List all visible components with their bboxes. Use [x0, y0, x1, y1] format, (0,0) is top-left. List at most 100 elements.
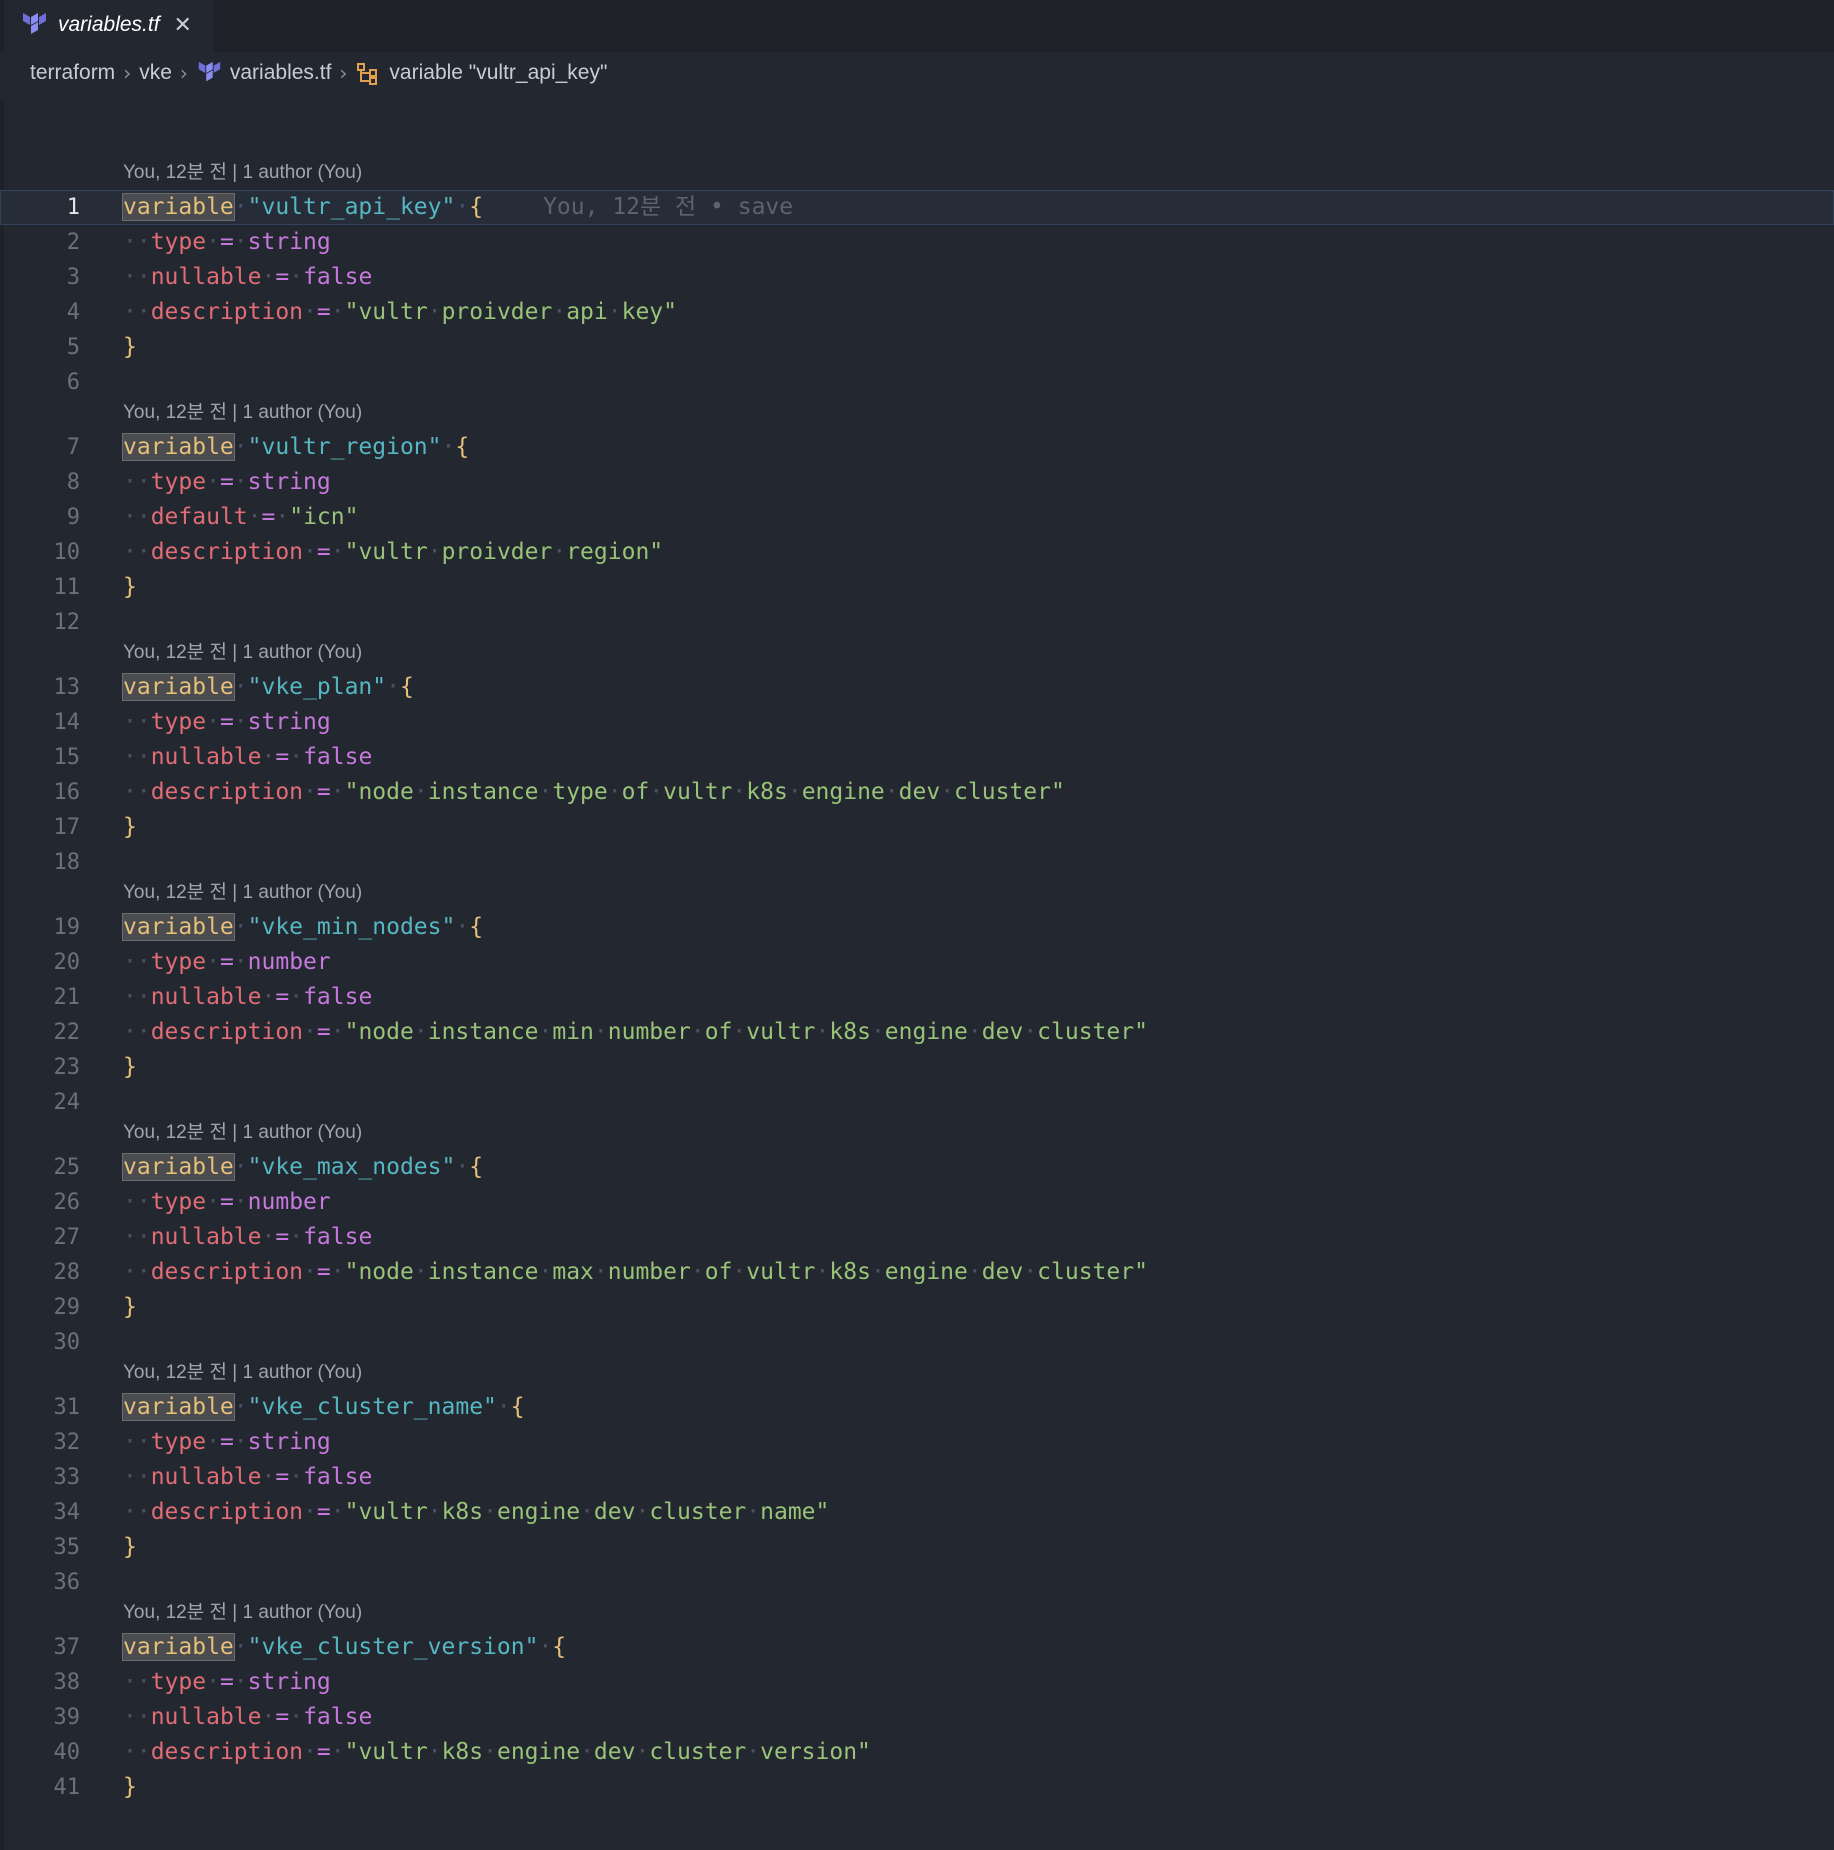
line-number[interactable]: 33 — [0, 1460, 81, 1495]
codelens-blame[interactable]: You, 12분 전 | 1 author (You) — [123, 638, 362, 668]
code-line[interactable]: 9 ··default·=·"icn" — [0, 500, 1834, 535]
code-line[interactable]: 32 ··type·=·string — [0, 1425, 1834, 1460]
code-line[interactable]: 28 ··description·=·"node·instance·max·num… — [0, 1255, 1834, 1290]
breadcrumb-symbol[interactable]: variable "vultr_api_key" — [389, 61, 607, 85]
codelens-blame[interactable]: You, 12분 전 | 1 author (You) — [123, 158, 362, 188]
line-number[interactable]: 24 — [0, 1085, 81, 1120]
codelens-blame[interactable]: You, 12분 전 | 1 author (You) — [123, 398, 362, 428]
line-number[interactable]: 38 — [0, 1665, 81, 1700]
codelens-blame[interactable]: You, 12분 전 | 1 author (You) — [123, 878, 362, 908]
code-line[interactable]: 22 ··description·=·"node·instance·min·num… — [0, 1015, 1834, 1050]
code-line[interactable]: 2 ··type·=·string — [0, 225, 1834, 260]
code-line[interactable]: 15 ··nullable·=·false — [0, 740, 1834, 775]
code-line[interactable]: 35} — [0, 1530, 1834, 1565]
code-line[interactable]: 33 ··nullable·=·false — [0, 1460, 1834, 1495]
code-line[interactable]: 4 ··description·=·"vultr·proivder·api·key… — [0, 295, 1834, 330]
code-line[interactable]: 23} — [0, 1050, 1834, 1085]
line-number[interactable]: 31 — [0, 1390, 81, 1425]
code-line[interactable]: 30 — [0, 1325, 1834, 1360]
line-number[interactable]: 16 — [0, 775, 81, 810]
code-line[interactable]: 6 — [0, 365, 1834, 400]
code-line[interactable]: 34 ··description·=·"vultr·k8s·engine·dev·… — [0, 1495, 1834, 1530]
code-line[interactable]: 3 ··nullable·=·false — [0, 260, 1834, 295]
line-number[interactable]: 25 — [0, 1150, 81, 1185]
code-line[interactable]: 36 — [0, 1565, 1834, 1600]
whitespace-dot: · — [206, 1669, 220, 1695]
line-number[interactable]: 23 — [0, 1050, 81, 1085]
line-number[interactable]: 14 — [0, 705, 81, 740]
code-line[interactable]: 21 ··nullable·=·false — [0, 980, 1834, 1015]
code-line[interactable]: 11} — [0, 570, 1834, 605]
line-number[interactable]: 13 — [0, 670, 81, 705]
line-number[interactable]: 2 — [0, 225, 80, 260]
line-number[interactable]: 35 — [0, 1530, 81, 1565]
code-line[interactable]: 12 — [0, 605, 1834, 640]
code-line[interactable]: 10 ··description·=·"vultr·proivder·region… — [0, 535, 1834, 570]
line-number[interactable]: 32 — [0, 1425, 81, 1460]
line-number[interactable]: 22 — [0, 1015, 81, 1050]
code-line[interactable]: 38 ··type·=·string — [0, 1665, 1834, 1700]
breadcrumb-terraform[interactable]: terraform — [30, 61, 115, 85]
line-number[interactable]: 41 — [0, 1770, 81, 1805]
code-line[interactable]: 26 ··type·=·number — [0, 1185, 1834, 1220]
code-line[interactable]: 29} — [0, 1290, 1834, 1325]
code-line[interactable]: 13 variable·"vke_plan"·{ — [0, 670, 1834, 705]
line-number[interactable]: 28 — [0, 1255, 81, 1290]
code-line[interactable]: 39 ··nullable·=·false — [0, 1700, 1834, 1735]
line-number[interactable]: 10 — [0, 535, 81, 570]
line-number[interactable]: 34 — [0, 1495, 81, 1530]
line-number[interactable]: 37 — [0, 1630, 81, 1665]
line-number[interactable]: 19 — [0, 910, 81, 945]
line-number[interactable]: 6 — [0, 365, 80, 400]
line-number[interactable]: 1 — [0, 190, 80, 225]
line-number[interactable]: 15 — [0, 740, 81, 775]
equals-operator: = — [219, 1429, 234, 1455]
line-number[interactable]: 12 — [0, 605, 81, 640]
code-line[interactable]: 40 ··description·=·"vultr·k8s·engine·dev·… — [0, 1735, 1834, 1770]
code-line[interactable]: 18 — [0, 845, 1834, 880]
code-editor[interactable]: You, 12분 전 | 1 author (You) 1 variable·"vu… — [0, 100, 1834, 1850]
line-number[interactable]: 39 — [0, 1700, 81, 1735]
indent-dots: ·· — [123, 744, 151, 770]
code-line[interactable]: 5} — [0, 330, 1834, 365]
line-number[interactable]: 36 — [0, 1565, 81, 1600]
line-number[interactable]: 11 — [0, 570, 81, 605]
codelens-blame[interactable]: You, 12분 전 | 1 author (You) — [123, 1358, 362, 1388]
line-number[interactable]: 40 — [0, 1735, 81, 1770]
code-line[interactable]: 17} — [0, 810, 1834, 845]
code-line[interactable]: 14 ··type·=·string — [0, 705, 1834, 740]
codelens-blame[interactable]: You, 12분 전 | 1 author (You) — [123, 1598, 362, 1628]
line-number[interactable]: 20 — [0, 945, 81, 980]
code-line[interactable]: 8 ··type·=·string — [0, 465, 1834, 500]
line-number[interactable]: 8 — [0, 465, 80, 500]
line-number[interactable]: 26 — [0, 1185, 81, 1220]
line-number[interactable]: 5 — [0, 330, 80, 365]
line-number[interactable]: 29 — [0, 1290, 81, 1325]
code-line[interactable]: 31 variable·"vke_cluster_name"·{ — [0, 1390, 1834, 1425]
line-number[interactable]: 21 — [0, 980, 81, 1015]
code-line[interactable]: 27 ··nullable·=·false — [0, 1220, 1834, 1255]
code-line[interactable]: 1 variable·"vultr_api_key"·{You, 12분 전 • … — [0, 190, 1834, 225]
code-line[interactable]: 19 variable·"vke_min_nodes"·{ — [0, 910, 1834, 945]
code-line[interactable]: 24 — [0, 1085, 1834, 1120]
line-number[interactable]: 17 — [0, 810, 81, 845]
line-number[interactable]: 30 — [0, 1325, 81, 1360]
breadcrumb-file[interactable]: variables.tf — [230, 61, 332, 85]
tab-variables-tf[interactable]: variables.tf ✕ — [4, 0, 214, 52]
code-line[interactable]: 20 ··type·=·number — [0, 945, 1834, 980]
code-line[interactable]: 25 variable·"vke_max_nodes"·{ — [0, 1150, 1834, 1185]
close-icon[interactable]: ✕ — [174, 13, 192, 38]
code-line[interactable]: 16 ··description·=·"node·instance·type·of… — [0, 775, 1834, 810]
code-line[interactable]: 41} — [0, 1770, 1834, 1805]
code-line[interactable]: 37 variable·"vke_cluster_version"·{ — [0, 1630, 1834, 1665]
breadcrumb-vke[interactable]: vke — [139, 61, 172, 85]
line-number[interactable]: 4 — [0, 295, 80, 330]
line-number[interactable]: 18 — [0, 845, 81, 880]
line-number[interactable]: 9 — [0, 500, 80, 535]
code-line[interactable]: 7 variable·"vultr_region"·{ — [0, 430, 1834, 465]
indent-dots: ·· — [123, 1019, 151, 1045]
line-number[interactable]: 27 — [0, 1220, 81, 1255]
codelens-blame[interactable]: You, 12분 전 | 1 author (You) — [123, 1118, 362, 1148]
line-number[interactable]: 7 — [0, 430, 80, 465]
line-number[interactable]: 3 — [0, 260, 80, 295]
